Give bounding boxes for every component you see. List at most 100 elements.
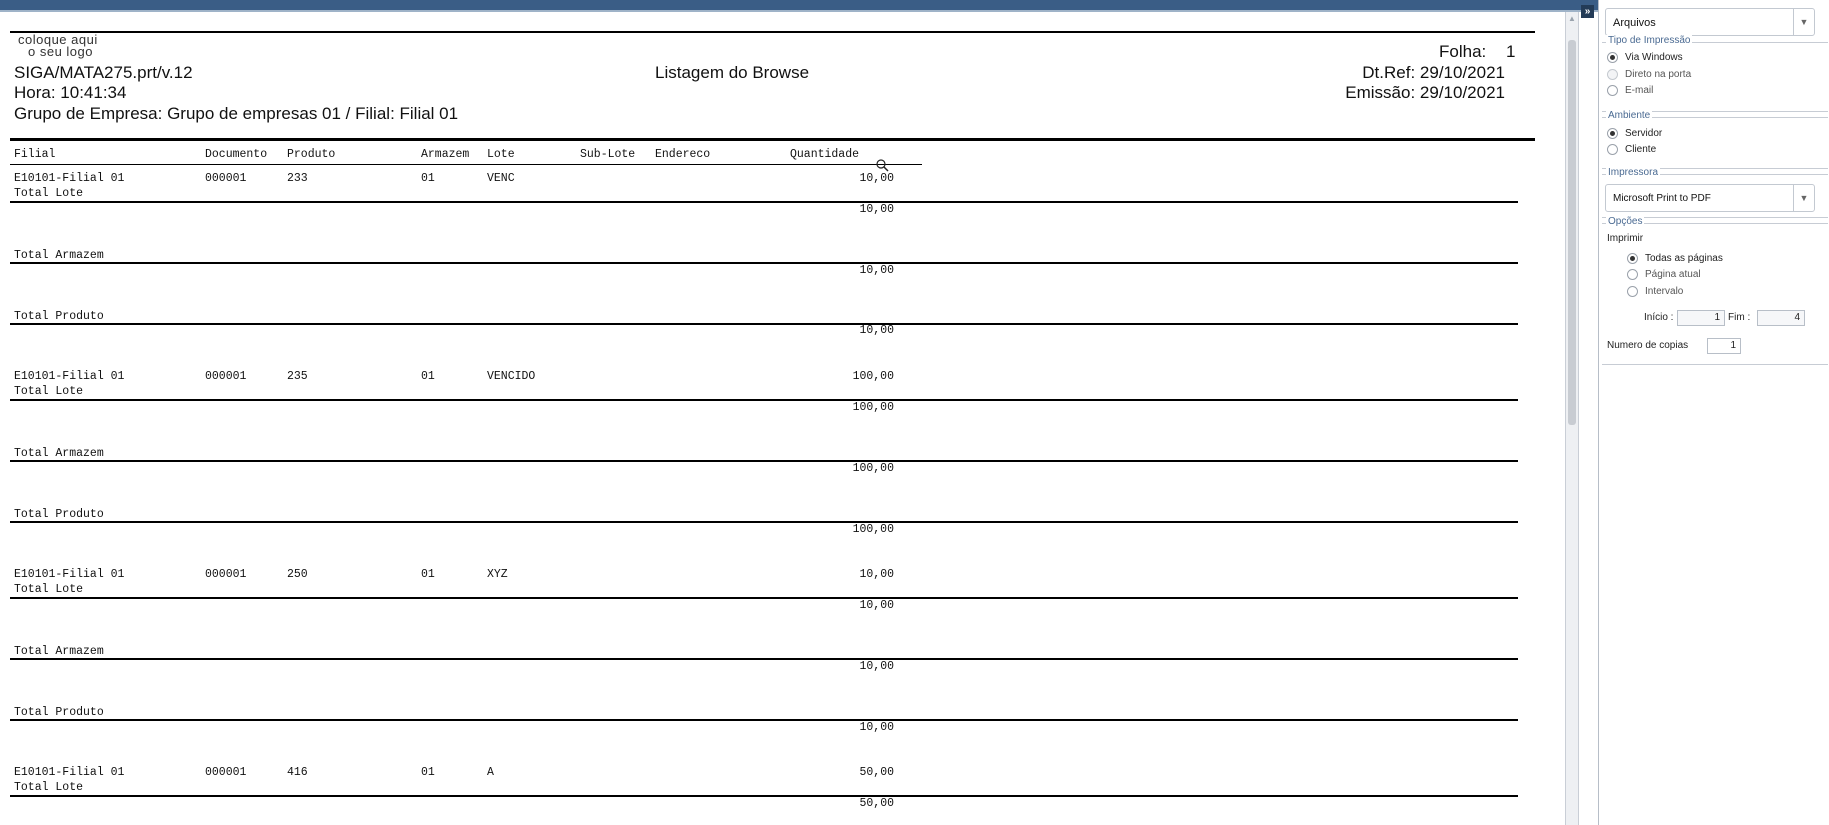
col-endereco: Endereco [655, 148, 711, 161]
row-lote: XYZ [487, 568, 508, 581]
report-preview[interactable]: coloque aqui o seu logo Folha: 1 SIGA/MA… [0, 12, 1565, 825]
label-servidor: Servidor [1625, 128, 1663, 139]
row-armazem: 01 [421, 766, 435, 779]
row-documento: 000001 [205, 172, 247, 185]
folha-label: Folha: [1439, 42, 1487, 61]
columns-rule [10, 164, 922, 165]
col-produto: Produto [287, 148, 336, 161]
header-bottom-rule [10, 138, 1535, 141]
print-options-panel: Arquivos ▼ Tipo de Impressão Via Windows… [1598, 0, 1829, 825]
radio-cliente[interactable] [1607, 144, 1618, 155]
impressora-title: Impressora [1606, 167, 1661, 178]
folha-value: 1 [1506, 42, 1516, 61]
total-lote-label: Total Lote [14, 583, 84, 596]
total-produto-label: Total Produto [14, 706, 104, 719]
total-produto-rule [10, 719, 1518, 721]
label-pagina-atual: Página atual [1645, 269, 1701, 280]
ambiente-group: Ambiente Servidor Cliente [1602, 110, 1828, 169]
row-documento: 000001 [205, 766, 247, 779]
output-type-select[interactable]: Arquivos ▼ [1605, 8, 1815, 36]
impressora-group: Impressora Microsoft Print to PDF ▼ [1602, 167, 1828, 218]
col-armazem: Armazem [421, 148, 470, 161]
radio-email[interactable] [1607, 85, 1618, 96]
row-armazem: 01 [421, 370, 435, 383]
total-produto-label: Total Produto [14, 310, 104, 323]
total-produto-value: 10,00 [859, 324, 894, 337]
chevron-down-icon[interactable]: ▼ [1793, 185, 1814, 211]
row-filial: E10101-Filial 01 [14, 568, 125, 581]
radio-direto-porta[interactable] [1607, 69, 1618, 80]
label-email: E-mail [1625, 85, 1654, 96]
total-armazem-rule [10, 658, 1518, 660]
emissao: Emissão: 29/10/2021 [1345, 83, 1505, 102]
report-title: Listagem do Browse [655, 63, 810, 82]
printer-select[interactable]: Microsoft Print to PDF ▼ [1605, 184, 1815, 212]
total-produto-value: 10,00 [859, 721, 894, 734]
row-filial: E10101-Filial 01 [14, 370, 125, 383]
collapse-panel-icon[interactable]: » [1581, 5, 1594, 18]
copias-field[interactable]: 1 [1707, 338, 1741, 354]
radio-pagina-atual[interactable] [1627, 269, 1638, 280]
copias-label: Numero de copias [1607, 340, 1689, 351]
inicio-label: Início : [1644, 312, 1674, 323]
total-lote-value: 100,00 [852, 401, 894, 414]
total-lote-label: Total Lote [14, 385, 84, 398]
col-documento: Documento [205, 148, 268, 161]
radio-servidor[interactable] [1607, 128, 1618, 139]
radio-todas-paginas[interactable] [1627, 253, 1638, 264]
scrollbar-thumb[interactable] [1568, 40, 1576, 425]
inicio-field[interactable]: 1 [1677, 310, 1725, 326]
label-cliente: Cliente [1625, 144, 1657, 155]
imprimir-label: Imprimir [1607, 233, 1644, 244]
chevron-down-icon[interactable]: ▼ [1793, 9, 1814, 35]
row-produto: 233 [287, 172, 308, 185]
hora: Hora: 10:41:34 [14, 83, 127, 102]
fim-label: Fim : [1728, 312, 1751, 323]
grupo-empresa: Grupo de Empresa: Grupo de empresas 01 /… [14, 104, 459, 123]
total-armazem-label: Total Armazem [14, 645, 104, 658]
total-lote-value: 50,00 [859, 797, 894, 810]
row-quantidade: 10,00 [859, 568, 894, 581]
total-produto-rule [10, 323, 1518, 325]
row-produto: 235 [287, 370, 308, 383]
label-todas-paginas: Todas as páginas [1645, 253, 1723, 264]
row-filial: E10101-Filial 01 [14, 766, 125, 779]
output-type-value: Arquivos [1613, 17, 1656, 29]
total-lote-label: Total Lote [14, 187, 84, 200]
row-produto: 416 [287, 766, 308, 779]
window-top-strip [0, 0, 1829, 12]
col-filial: Filial [14, 148, 56, 161]
total-lote-rule [10, 201, 1518, 203]
total-armazem-label: Total Armazem [14, 249, 104, 262]
total-lote-value: 10,00 [859, 599, 894, 612]
row-lote: VENCIDO [487, 370, 536, 383]
opcoes-group: Opções Imprimir Todas as páginas Página … [1602, 216, 1828, 365]
row-quantidade: 50,00 [859, 766, 894, 779]
label-via-windows: Via Windows [1625, 52, 1683, 63]
row-quantidade: 100,00 [852, 370, 894, 383]
scroll-up-arrow-icon[interactable]: ▲ [1566, 14, 1578, 24]
label-direto-porta: Direto na porta [1625, 69, 1692, 80]
radio-intervalo[interactable] [1627, 286, 1638, 297]
total-produto-label: Total Produto [14, 508, 104, 521]
tipo-impressao-group: Tipo de Impressão Via Windows Direto na … [1602, 35, 1828, 112]
tipo-impressao-title: Tipo de Impressão [1606, 35, 1693, 46]
row-filial: E10101-Filial 01 [14, 172, 125, 185]
header-top-rule [10, 31, 1535, 33]
total-armazem-value: 10,00 [859, 264, 894, 277]
total-lote-label: Total Lote [14, 781, 84, 794]
fim-field[interactable]: 4 [1757, 310, 1805, 326]
radio-via-windows[interactable] [1607, 52, 1618, 63]
program-id: SIGA/MATA275.prt/v.12 [14, 63, 193, 82]
ambiente-title: Ambiente [1606, 110, 1653, 121]
printer-value: Microsoft Print to PDF [1613, 193, 1711, 204]
row-produto: 250 [287, 568, 308, 581]
dt-ref: Dt.Ref: 29/10/2021 [1362, 63, 1505, 82]
total-armazem-label: Total Armazem [14, 447, 104, 460]
col-lote: Lote [487, 148, 515, 161]
logo-placeholder: coloque aqui o seu logo [18, 32, 98, 59]
total-lote-rule [10, 399, 1518, 401]
col-sublote: Sub-Lote [580, 148, 636, 161]
preview-scrollbar[interactable]: ▲ [1565, 12, 1579, 825]
total-armazem-value: 10,00 [859, 660, 894, 673]
